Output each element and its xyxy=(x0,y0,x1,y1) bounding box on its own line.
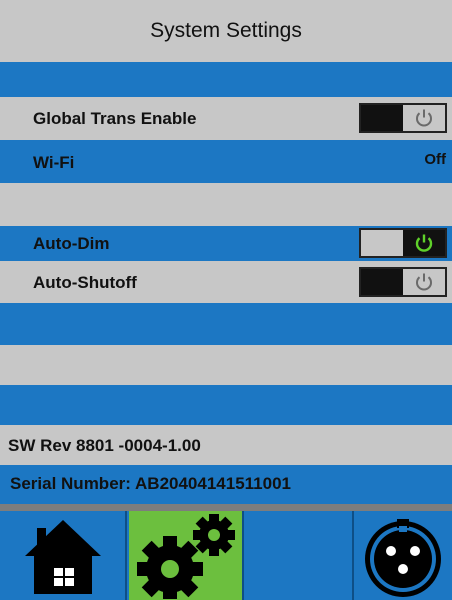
tab-blank[interactable] xyxy=(242,511,354,600)
tabbar-divider xyxy=(0,504,452,511)
empty-row xyxy=(0,183,452,226)
power-icon xyxy=(416,273,432,291)
tab-connector[interactable] xyxy=(354,511,452,600)
tab-settings[interactable] xyxy=(129,511,242,600)
wifi-label: Wi-Fi xyxy=(33,153,75,172)
home-icon xyxy=(24,519,101,594)
xlr-connector-icon xyxy=(365,518,441,597)
empty-row xyxy=(0,345,452,385)
auto-dim-toggle[interactable] xyxy=(359,228,447,258)
page-title: System Settings xyxy=(150,19,302,42)
sw-rev-row: SW Rev 8801 -0004-1.00 xyxy=(0,425,452,465)
auto-shutoff-toggle[interactable] xyxy=(359,267,447,297)
auto-shutoff-label: Auto-Shutoff xyxy=(33,273,137,292)
setting-row-auto-dim: Auto-Dim xyxy=(0,226,452,261)
setting-row-global-trans: Global Trans Enable xyxy=(0,97,452,140)
gear-icon xyxy=(136,513,235,599)
serial-text: Serial Number: AB20404141511001 xyxy=(10,474,291,493)
auto-dim-label: Auto-Dim xyxy=(33,234,110,253)
power-icon xyxy=(416,109,432,127)
serial-row: Serial Number: AB20404141511001 xyxy=(0,465,452,504)
sw-rev-text: SW Rev 8801 -0004-1.00 xyxy=(8,436,201,455)
power-icon xyxy=(415,234,433,252)
global-trans-label: Global Trans Enable xyxy=(33,109,197,128)
page-title-bar: System Settings xyxy=(0,0,452,62)
global-trans-toggle[interactable] xyxy=(359,103,447,133)
setting-row-auto-shutoff: Auto-Shutoff xyxy=(0,261,452,303)
tab-home[interactable] xyxy=(0,511,127,600)
setting-row-wifi[interactable]: Wi-Fi Off xyxy=(0,140,452,183)
wifi-value: Off xyxy=(424,151,446,168)
